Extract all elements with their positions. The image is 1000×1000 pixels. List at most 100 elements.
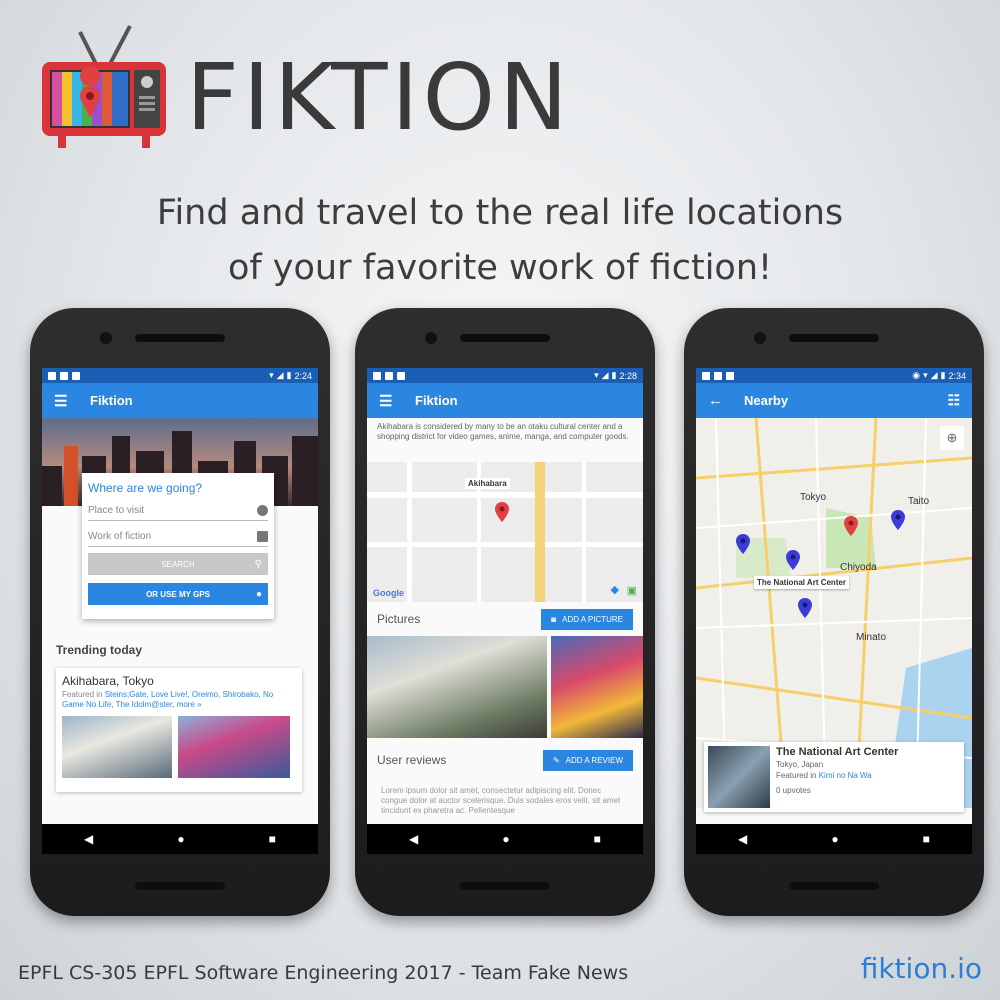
back-icon[interactable]: ◀ <box>84 832 93 846</box>
map-pin-icon[interactable] <box>736 534 750 554</box>
add-review-button[interactable]: ✎ ADD A REVIEW <box>542 749 633 771</box>
battery-icon: ▮ <box>611 370 617 380</box>
work-input[interactable]: Work of fiction <box>88 527 268 547</box>
map-pin-icon[interactable] <box>844 516 858 536</box>
gps-button-label: OR USE MY GPS <box>146 589 210 599</box>
wifi-icon: ▾ <box>594 370 599 380</box>
place-placeholder: Place to visit <box>88 505 145 516</box>
location-card-featured: Featured in Steins;Gate, Love Live!, Ore… <box>62 690 296 710</box>
back-arrow-icon[interactable]: ← <box>708 392 724 409</box>
speaker <box>789 334 879 342</box>
gallery-photo[interactable] <box>551 636 643 738</box>
app-title: Nearby <box>744 393 789 408</box>
camera-icon: ◙ <box>551 614 557 624</box>
notification-icon <box>726 371 734 380</box>
status-time: 2:34 <box>948 370 966 381</box>
location-photo[interactable] <box>178 716 290 778</box>
place-input[interactable]: Place to visit <box>88 501 268 521</box>
location-icon: ◉ <box>912 370 921 380</box>
phone-location: ▾ ◢ ▮ 2:28 ☰ Fiktion Akihabara is considere… <box>355 308 655 916</box>
camera <box>100 332 112 344</box>
back-icon[interactable]: ◀ <box>409 832 418 846</box>
map-label: Akihabara <box>465 478 510 489</box>
work-placeholder: Work of fiction <box>88 531 152 542</box>
screen-location: ▾ ◢ ▮ 2:28 ☰ Fiktion Akihabara is considere… <box>367 368 643 854</box>
battery-icon: ▮ <box>940 370 946 380</box>
footer-credits: EPFL CS-305 EPFL Software Engineering 20… <box>18 962 629 984</box>
place-featured-link[interactable]: Kimi no Na Wa <box>819 771 872 780</box>
map-pin-icon[interactable] <box>798 598 812 618</box>
place-upvotes: 0 upvotes <box>776 786 811 795</box>
camera <box>425 332 437 344</box>
notification-icon <box>397 371 405 380</box>
status-bar: ▾ ◢ ▮ 2:24 <box>42 368 318 383</box>
compass-icon <box>257 505 268 516</box>
tagline: Find and travel to the real life locatio… <box>0 186 1000 296</box>
gps-button[interactable]: OR USE MY GPS ● <box>88 583 268 605</box>
speaker <box>135 882 225 890</box>
place-featured: Featured in Kimi no Na Wa <box>776 771 898 780</box>
speaker <box>460 334 550 342</box>
place-card-body: The National Art Center Tokyo, Japan Fea… <box>776 746 898 808</box>
my-location-button[interactable]: ⊕ <box>940 426 964 450</box>
reviews-header: User reviews ✎ ADD A REVIEW <box>367 738 643 782</box>
list-view-icon[interactable]: ☷ <box>947 392 960 409</box>
app-title: Fiktion <box>90 393 133 408</box>
notification-icon <box>373 371 381 380</box>
back-icon[interactable]: ◀ <box>738 832 747 846</box>
nav-bar: ◀ ● ■ <box>696 824 972 854</box>
map-pin-icon[interactable] <box>495 502 509 522</box>
home-icon[interactable]: ● <box>177 832 184 846</box>
place-featured-prefix: Featured in <box>776 771 819 780</box>
location-photo[interactable] <box>62 716 172 778</box>
nav-bar: ◀ ● ■ <box>367 824 643 854</box>
location-pin-icon: ● <box>255 588 262 600</box>
review-text: Lorem ipsum dolor sit amet, consectetur … <box>381 786 621 815</box>
home-icon[interactable]: ● <box>831 832 838 846</box>
menu-icon[interactable]: ☰ <box>379 392 395 410</box>
phone-home: ▾ ◢ ▮ 2:24 ☰ Fiktion Where are we going? Pl… <box>30 308 330 916</box>
nav-bar: ◀ ● ■ <box>42 824 318 854</box>
tv-logo-icon <box>42 25 166 148</box>
directions-icon[interactable]: ◆ <box>611 583 619 596</box>
phone-nearby: ◉ ▾ ◢ ▮ 2:34 ← Nearby ☷ ⊕ Tokyo Taito Ch… <box>684 308 984 916</box>
signal-icon: ◢ <box>930 370 938 380</box>
search-card: Where are we going? Place to visit Work … <box>82 473 274 619</box>
menu-icon[interactable]: ☰ <box>54 392 70 410</box>
footer-website-link[interactable]: fiktion.io <box>861 952 982 985</box>
add-picture-button[interactable]: ◙ ADD A PICTURE <box>541 608 633 630</box>
google-maps-icon[interactable]: ▣ <box>627 584 637 597</box>
recents-icon[interactable]: ■ <box>923 832 930 846</box>
location-card-images <box>62 716 296 778</box>
signal-icon: ◢ <box>276 370 284 380</box>
map-label-chiyoda: Chiyoda <box>840 562 877 573</box>
app-bar: ☰ Fiktion <box>367 383 643 418</box>
place-location: Tokyo, Japan <box>776 760 824 769</box>
add-picture-label: ADD A PICTURE <box>562 614 623 624</box>
google-logo: Google <box>373 588 404 598</box>
status-time: 2:28 <box>619 370 637 381</box>
notification-icon <box>702 371 710 380</box>
home-icon[interactable]: ● <box>502 832 509 846</box>
notification-icon <box>48 371 56 380</box>
map-pin-icon[interactable] <box>786 550 800 570</box>
wifi-icon: ▾ <box>923 370 928 380</box>
place-card[interactable]: The National Art Center Tokyo, Japan Fea… <box>704 742 964 812</box>
speaker <box>789 882 879 890</box>
location-card[interactable]: Akihabara, Tokyo Featured in Steins;Gate… <box>56 668 302 792</box>
search-button-label: SEARCH <box>161 559 195 569</box>
recents-icon[interactable]: ■ <box>269 832 276 846</box>
search-button[interactable]: SEARCH ⚲ <box>88 553 268 575</box>
book-icon <box>257 531 268 542</box>
location-map[interactable]: Akihabara Google ◆ ▣ <box>367 462 643 602</box>
place-title: The National Art Center <box>776 746 899 758</box>
location-card-title: Akihabara, Tokyo <box>62 674 154 688</box>
map-pin-icon[interactable] <box>891 510 905 530</box>
pictures-header: Pictures ◙ ADD A PICTURE <box>367 602 643 636</box>
app-title: Fiktion <box>415 393 458 408</box>
recents-icon[interactable]: ■ <box>594 832 601 846</box>
status-bar: ◉ ▾ ◢ ▮ 2:34 <box>696 368 972 383</box>
pictures-label: Pictures <box>377 612 421 626</box>
place-thumbnail <box>708 746 770 808</box>
gallery-photo[interactable] <box>367 636 547 738</box>
